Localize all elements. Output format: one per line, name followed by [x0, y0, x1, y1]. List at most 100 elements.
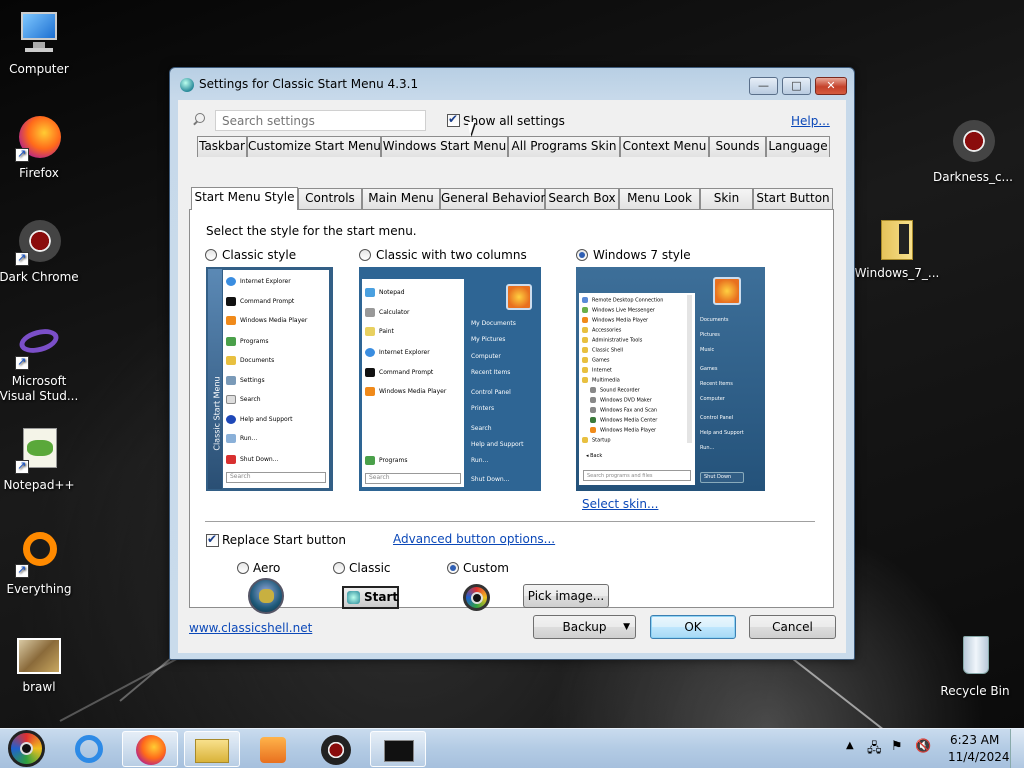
- maximize-button[interactable]: □: [782, 77, 811, 95]
- search-input[interactable]: [215, 110, 426, 131]
- preview-item: Windows Media Center: [600, 417, 658, 424]
- taskbar-media-player[interactable]: [246, 731, 302, 767]
- aero-label[interactable]: Aero: [253, 561, 280, 575]
- windows7-style-preview[interactable]: Remote Desktop Connection Windows Live M…: [576, 267, 765, 491]
- preview-item: Command Prompt: [379, 369, 434, 376]
- custom-radio[interactable]: [447, 562, 459, 574]
- tab-taskbar[interactable]: Taskbar: [197, 136, 247, 157]
- tab-menu-look[interactable]: Menu Look: [619, 188, 700, 209]
- replace-start-checkbox[interactable]: [206, 532, 219, 547]
- help-link[interactable]: Help...: [791, 114, 830, 128]
- preview-item: Startup: [592, 437, 611, 444]
- network-icon[interactable]: 🖧: [867, 739, 882, 761]
- tab-start-button[interactable]: Start Button: [753, 188, 833, 209]
- tab-start-menu-style[interactable]: Start Menu Style: [191, 187, 298, 210]
- advanced-button-options-link[interactable]: Advanced button options...: [393, 532, 555, 546]
- classic-button-radio[interactable]: [333, 562, 345, 574]
- desktop-icon-darkness[interactable]: Darkness_c...: [928, 118, 1018, 185]
- shortcut-arrow-icon: [15, 458, 29, 474]
- show-hidden-icons[interactable]: ▲: [846, 740, 854, 751]
- desktop-icon-notepadpp[interactable]: Notepad++: [0, 426, 84, 493]
- taskbar-ie[interactable]: [62, 731, 118, 767]
- classic-shell-icon: [180, 78, 194, 92]
- two-columns-label[interactable]: Classic with two columns: [376, 248, 527, 262]
- close-button[interactable]: ✕: [815, 77, 847, 95]
- media-player-icon: [226, 316, 236, 325]
- title-bar[interactable]: Settings for Classic Start Menu 4.3.1 — …: [170, 68, 854, 100]
- taskbar-cmd[interactable]: [370, 731, 426, 767]
- start-orb-center: [20, 742, 33, 755]
- preview-item: Notepad: [379, 289, 405, 296]
- two-columns-preview[interactable]: Notepad Calculator Paint Internet Explor…: [359, 267, 541, 491]
- show-desktop-button[interactable]: [1010, 729, 1024, 768]
- show-all-checkbox[interactable]: [447, 112, 460, 127]
- desktop-icon-visual-studio[interactable]: Microsoft Visual Stud...: [0, 325, 84, 404]
- preview-item: Remote Desktop Connection: [592, 297, 664, 304]
- minimize-button[interactable]: —: [749, 77, 778, 95]
- preview-item: Classic Shell: [592, 347, 624, 354]
- two-columns-radio[interactable]: [359, 249, 371, 261]
- preview-item: Internet: [592, 367, 612, 374]
- folder-icon: [582, 337, 588, 343]
- windows7-style-label[interactable]: Windows 7 style: [593, 248, 691, 262]
- tab-main-menu[interactable]: Main Menu: [362, 188, 440, 209]
- preview-item: Paint: [379, 328, 394, 335]
- ok-button[interactable]: OK: [650, 615, 736, 639]
- preview-item: Programs: [379, 457, 408, 464]
- desktop-icon-windows7-folder[interactable]: Windows_7_...: [852, 214, 942, 281]
- pick-image-button[interactable]: Pick image...: [523, 584, 609, 608]
- dark-chrome-icon: [949, 118, 997, 166]
- tab-windows-start-menu[interactable]: Windows Start Menu: [381, 136, 508, 157]
- tab-all-programs-skin[interactable]: All Programs Skin: [508, 136, 620, 157]
- paint-icon: [365, 327, 375, 336]
- desktop-icon-everything[interactable]: Everything: [0, 530, 84, 597]
- cmd-icon: [226, 297, 236, 306]
- select-skin-link[interactable]: Select skin...: [582, 497, 658, 511]
- clock-time[interactable]: 6:23 AM: [950, 733, 999, 747]
- preview-item: Back: [590, 453, 603, 459]
- tab-general-behavior[interactable]: General Behavior: [440, 188, 545, 209]
- tab-controls[interactable]: Controls: [298, 188, 362, 209]
- preview-item: Recent Items: [700, 381, 733, 387]
- classic-style-label[interactable]: Classic style: [222, 248, 296, 262]
- preview-item: Windows Media Player: [592, 317, 649, 324]
- volume-muted-icon[interactable]: 🔇: [915, 739, 931, 754]
- desktop-icon-recycle-bin[interactable]: Recycle Bin: [930, 632, 1020, 699]
- start-orb-icon[interactable]: [8, 730, 45, 767]
- tab-customize-start-menu[interactable]: Customize Start Menu: [247, 136, 381, 157]
- cmd-icon: [384, 740, 414, 762]
- style-instruction: Select the style for the start menu.: [206, 224, 417, 238]
- website-link[interactable]: www.classicshell.net: [189, 621, 312, 635]
- taskbar-dark-chrome[interactable]: [308, 731, 364, 767]
- taskbar-firefox[interactable]: [122, 731, 178, 767]
- backup-button[interactable]: Backup ▼: [533, 615, 636, 639]
- cancel-button[interactable]: Cancel: [749, 615, 836, 639]
- desktop-icon-firefox[interactable]: Firefox: [0, 114, 84, 181]
- tab-context-menu[interactable]: Context Menu: [620, 136, 709, 157]
- desktop-icon-label: brawl: [22, 680, 56, 694]
- programs-icon: [226, 337, 236, 346]
- maximize-icon: □: [791, 79, 802, 92]
- aero-radio[interactable]: [237, 562, 249, 574]
- ie-icon: [75, 735, 103, 763]
- tab-skin[interactable]: Skin: [700, 188, 753, 209]
- action-center-flag-icon[interactable]: ⚑: [891, 739, 903, 754]
- preview-item: Windows Fax and Scan: [600, 407, 658, 414]
- clock-date[interactable]: 11/4/2024: [948, 750, 1010, 764]
- tab-language[interactable]: Language: [766, 136, 830, 157]
- windows7-style-radio[interactable]: [576, 249, 588, 261]
- replace-start-label[interactable]: Replace Start button: [222, 533, 346, 547]
- tab-search-box[interactable]: Search Box: [545, 188, 619, 209]
- show-all-label[interactable]: Show all settings: [463, 114, 565, 128]
- classic-style-radio[interactable]: [205, 249, 217, 261]
- desktop-icon-brawl[interactable]: brawl: [0, 636, 84, 695]
- custom-label[interactable]: Custom: [463, 561, 509, 575]
- taskbar-explorer[interactable]: [184, 731, 240, 767]
- desktop-icon-dark-chrome[interactable]: Dark Chrome: [0, 218, 84, 285]
- tab-sounds[interactable]: Sounds: [709, 136, 766, 157]
- app-icon: [590, 427, 596, 433]
- classic-button-label[interactable]: Classic: [349, 561, 391, 575]
- classic-style-preview[interactable]: Classic Start Menu Internet Explorer Com…: [206, 267, 333, 491]
- settings-window[interactable]: Settings for Classic Start Menu 4.3.1 — …: [169, 67, 855, 660]
- desktop-icon-computer[interactable]: Computer: [0, 10, 84, 77]
